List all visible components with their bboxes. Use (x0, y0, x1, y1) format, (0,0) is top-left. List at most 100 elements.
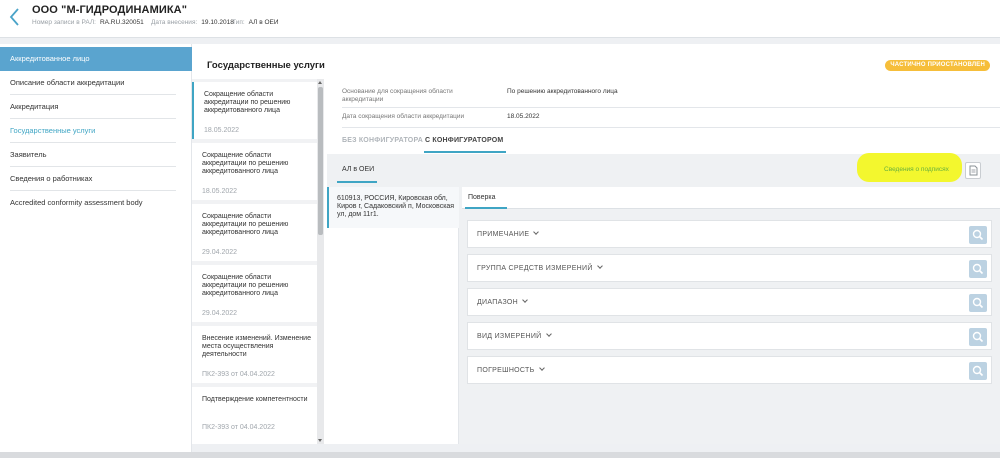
divider (342, 107, 1000, 108)
address-item[interactable]: 610913, РОССИЯ, Кировская обл, Киров г, … (327, 187, 459, 228)
service-card[interactable]: Подтверждение компетентности ПК2-393 от … (192, 387, 317, 444)
app-header: ООО "М-ГИДРОДИНАМИКА" Номер записи в РАЛ… (0, 0, 1000, 38)
chevron-down-icon (533, 229, 540, 235)
search-icon (972, 365, 984, 377)
basis-value: По решению аккредитованного лица (507, 88, 618, 95)
service-date: 18.05.2022 (204, 127, 240, 134)
sidebar-item-conformity-body[interactable]: Accredited conformity assessment body (0, 191, 176, 215)
address-text: 610913, РОССИЯ, Кировская обл, Киров г, … (337, 195, 455, 218)
registry-number-value: RA.RU.320051 (99, 19, 144, 26)
tab-without-configurator[interactable]: БЕЗ КОНФИГУРАТОРА (342, 137, 423, 144)
scroll-down-icon[interactable] (318, 439, 322, 442)
service-card[interactable]: Сокращение области аккредитации по решен… (192, 265, 317, 322)
filter-label-text: ГРУППА СРЕДСТВ ИЗМЕРЕНИЙ (477, 265, 593, 272)
search-button[interactable] (969, 226, 987, 244)
service-name: Сокращение области аккредитации по решен… (204, 91, 291, 114)
verification-tab-indicator (465, 207, 507, 209)
filter-range[interactable]: ДИАПАЗОН (467, 288, 992, 316)
service-card[interactable]: Сокращение области аккредитации по решен… (192, 143, 317, 200)
filter-label: ДИАПАЗОН (477, 297, 528, 306)
basis-label: Основание для сокращения области аккреди… (342, 88, 453, 103)
tab-al-oei[interactable]: АЛ в ОЕИ (342, 166, 374, 173)
al-tab-indicator (337, 181, 377, 183)
filter-label: ВИД ИЗМЕРЕНИЙ (477, 331, 552, 340)
registry-number-label: Номер записи в РАЛ: (32, 19, 96, 26)
reduction-date-value: 18.05.2022 (507, 113, 540, 120)
service-date: 18.05.2022 (202, 188, 238, 195)
filter-label: ПРИМЕЧАНИЕ (477, 229, 540, 238)
services-list: Сокращение области аккредитации по решен… (192, 79, 324, 444)
entity-type-value: АЛ в ОЕИ (248, 19, 279, 26)
service-name: Подтверждение компетентности (202, 396, 308, 403)
sidebar: Аккредитованное лицо Описание области ак… (0, 44, 192, 458)
search-icon (972, 229, 984, 241)
sidebar-item-applicant[interactable]: Заявитель (0, 143, 176, 167)
service-detail: Основание для сокращения области аккреди… (327, 79, 1000, 444)
reduction-date-label: Дата сокращения области аккредитации (342, 113, 465, 120)
scroll-up-icon[interactable] (318, 81, 322, 84)
filter-label-text: ВИД ИЗМЕРЕНИЙ (477, 333, 542, 340)
service-card[interactable]: Сокращение области аккредитации по решен… (192, 82, 317, 139)
chevron-down-icon (596, 263, 603, 269)
entry-date-value: 19.10.2018 (201, 19, 234, 26)
sidebar-item-accredited-person[interactable]: Аккредитованное лицо (0, 47, 192, 71)
service-date: ПК2-393 от 04.04.2022 (202, 424, 275, 431)
activity-tabs: Поверка (462, 187, 1000, 209)
active-tab-indicator (424, 151, 506, 153)
search-button[interactable] (969, 328, 987, 346)
scroll-thumb[interactable] (318, 87, 323, 235)
filter-error[interactable]: ПОГРЕШНОСТЬ (467, 356, 992, 384)
filter-label: ГРУППА СРЕДСТВ ИЗМЕРЕНИЙ (477, 263, 603, 272)
address-list: 610913, РОССИЯ, Кировская обл, Киров г, … (327, 187, 459, 444)
search-icon (972, 263, 984, 275)
filter-note[interactable]: ПРИМЕЧАНИЕ (467, 220, 992, 248)
organization-name: ООО "М-ГИДРОДИНАМИКА" (32, 4, 188, 16)
entry-date: Дата внесения: 19.10.2018 (151, 19, 234, 26)
filter-label-text: ПРИМЕЧАНИЕ (477, 231, 530, 238)
service-date: 29.04.2022 (202, 249, 238, 256)
main-panel: Государственные услуги ЧАСТИЧНО ПРИОСТАН… (192, 44, 1000, 444)
service-name: Сокращение области аккредитации по решен… (202, 213, 289, 236)
page-title: Государственные услуги (207, 60, 325, 71)
sidebar-item-scope-description[interactable]: Описание области аккредитации (0, 71, 176, 95)
tab-verification[interactable]: Поверка (468, 194, 495, 201)
tab-with-configurator[interactable]: С КОНФИГУРАТОРОМ (425, 137, 503, 144)
filter-label-text: ПОГРЕШНОСТЬ (477, 367, 535, 374)
search-icon (972, 297, 984, 309)
service-name: Внесение изменений. Изменение места осущ… (202, 335, 311, 358)
filter-label-text: ДИАПАЗОН (477, 299, 519, 306)
search-button[interactable] (969, 260, 987, 278)
search-icon (972, 331, 984, 343)
chevron-left-icon (9, 8, 19, 26)
entity-type-label: Тип: (232, 19, 245, 26)
chevron-down-icon (538, 365, 545, 371)
service-name: Сокращение области аккредитации по решен… (202, 152, 289, 175)
filter-label: ПОГРЕШНОСТЬ (477, 365, 545, 374)
back-button[interactable] (6, 6, 24, 28)
sidebar-item-employees[interactable]: Сведения о работниках (0, 167, 176, 191)
configurator-area: АЛ в ОЕИ Сведения о подписях 610913, РОС… (327, 153, 1000, 444)
entry-date-label: Дата внесения: (151, 19, 198, 26)
status-badge: ЧАСТИЧНО ПРИОСТАНОВЛЕН (885, 60, 990, 71)
registry-number: Номер записи в РАЛ: RA.RU.320051 (32, 19, 144, 26)
chevron-down-icon (545, 331, 552, 337)
filter-measurement-type[interactable]: ВИД ИЗМЕРЕНИЙ (467, 322, 992, 350)
service-name: Сокращение области аккредитации по решен… (202, 274, 289, 297)
filter-instrument-group[interactable]: ГРУППА СРЕДСТВ ИЗМЕРЕНИЙ (467, 254, 992, 282)
service-card[interactable]: Сокращение области аккредитации по решен… (192, 204, 317, 261)
services-scrollbar[interactable] (317, 79, 324, 444)
service-card[interactable]: Внесение изменений. Изменение места осущ… (192, 326, 317, 383)
sidebar-item-accreditation[interactable]: Аккредитация (0, 95, 176, 119)
signatures-link[interactable]: Сведения о подписях (884, 166, 949, 173)
service-date: 29.04.2022 (202, 310, 238, 317)
service-date: ПК2-393 от 04.04.2022 (202, 371, 275, 378)
divider (342, 127, 1000, 128)
document-icon (969, 165, 978, 176)
activity-area: Поверка ПРИМЕЧАНИЕ ГРУППА СРЕДСТВ ИЗМЕРЕ… (462, 187, 1000, 444)
search-button[interactable] (969, 362, 987, 380)
chevron-down-icon (522, 297, 528, 303)
document-button[interactable] (965, 162, 981, 179)
taskbar-edge (0, 452, 1000, 458)
sidebar-item-public-services[interactable]: Государственные услуги (0, 119, 176, 143)
search-button[interactable] (969, 294, 987, 312)
